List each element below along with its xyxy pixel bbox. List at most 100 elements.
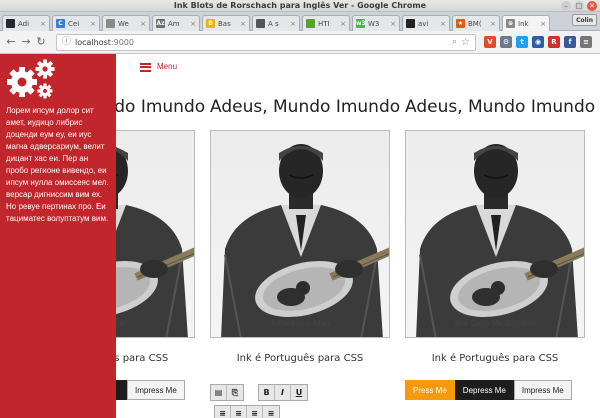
address-bar[interactable]: ⓘ localhost:9000 ⌕ ☆ (56, 34, 476, 51)
depress-me-button[interactable]: Depress Me (454, 380, 514, 400)
impress-button[interactable]: Impress Me (127, 380, 185, 400)
tab-close-icon[interactable]: × (90, 16, 96, 31)
tab-label: Am (168, 19, 180, 28)
menu-toggle[interactable]: Menu (140, 61, 177, 73)
tab-1[interactable]: Adi × (2, 15, 50, 31)
menu-icon[interactable]: ≡ (580, 36, 592, 48)
tab-close-icon[interactable]: × (290, 16, 296, 31)
button-group: Impress Me (111, 380, 185, 400)
tab-label: avi (418, 19, 429, 28)
save-icon[interactable]: ⎘ (227, 385, 243, 400)
tab-close-icon[interactable]: × (440, 16, 446, 31)
tab-label: Bas (218, 19, 231, 28)
tab-favicon-icon (106, 19, 115, 28)
side-drawer: Лорем ипсум долор сит амет, иудицо либри… (0, 54, 116, 418)
tab-favicon-icon (406, 19, 415, 28)
align-right-icon[interactable]: ≡ (247, 406, 263, 418)
tab-close-icon[interactable]: × (40, 16, 46, 31)
tab-label: Ink (518, 19, 529, 28)
tab-favicon-icon (6, 19, 15, 28)
browser-window: Ink Blots de Rorschach para Inglês Ver -… (0, 0, 600, 418)
back-button[interactable]: ← (4, 35, 18, 49)
tab-close-icon[interactable]: × (240, 16, 246, 31)
tab-11[interactable]: ⊕ Ink × (502, 15, 550, 31)
page-info-icon[interactable]: ⓘ (62, 35, 71, 50)
drawer-text: Лорем ипсум долор сит амет, иудицо либри… (6, 106, 109, 223)
press-me-button[interactable]: Press Me (405, 380, 455, 400)
card-subtitle: Ink é Português para CSS (431, 353, 559, 364)
vivaldi-icon[interactable]: V (484, 36, 496, 48)
underline-button[interactable]: U (291, 385, 307, 400)
title-bar: Ink Blots de Rorschach para Inglês Ver -… (0, 0, 600, 12)
tab-10[interactable]: ★ BM( × (452, 15, 500, 31)
reload-button[interactable]: ↻ (34, 35, 48, 49)
tab-label: BM( (468, 19, 482, 28)
button-group: Press Me Depress Me Impress Me (405, 380, 572, 400)
tab-9[interactable]: avi × (402, 15, 450, 31)
card-title: Adeus, Mundo Imundo (405, 97, 596, 117)
user-profile-badge[interactable]: Colin (572, 14, 597, 26)
tab-close-icon[interactable]: × (390, 16, 396, 31)
card-subtitle: Ink é Português para CSS (236, 353, 364, 364)
red-ext-icon[interactable]: R (548, 36, 560, 48)
tab-close-icon[interactable]: × (140, 16, 146, 31)
tab-label: We (118, 19, 129, 28)
gears-icon (7, 59, 55, 99)
card-title: Adeus, Mundo Imundo (210, 97, 401, 117)
align-left-icon[interactable]: ≡ (215, 406, 231, 418)
tab-8[interactable]: w3 W3 × (352, 15, 400, 31)
italic-button[interactable]: I (275, 385, 291, 400)
tab-close-icon[interactable]: × (340, 16, 346, 31)
align-justify-icon[interactable]: ≡ (263, 406, 279, 418)
tab-label: W3 (368, 19, 380, 28)
tab-favicon-icon: w3 (356, 19, 366, 28)
tab-favicon-icon: B (206, 19, 215, 28)
file-button-group: ▤ ⎘ (210, 384, 244, 401)
card-2: Adeus, Mundo Imundo A Backdoor Man Ink é… (210, 94, 401, 418)
tab-strip: Colin Adi × C Cei × We × Az Am × B Bas × A s × HTI × w3 W3… (0, 12, 600, 31)
twitter-icon[interactable]: t (516, 36, 528, 48)
tab-favicon-icon: Az (156, 19, 165, 28)
tab-close-icon[interactable]: × (490, 16, 496, 31)
new-file-icon[interactable]: ▤ (211, 385, 227, 400)
tab-6[interactable]: A s × (252, 15, 300, 31)
align-button-group: ≡ ≡ ≡ ≡ (214, 405, 280, 418)
close-window-button[interactable]: ✕ (587, 1, 597, 11)
align-center-icon[interactable]: ≡ (231, 406, 247, 418)
card-photo: She Gave Me Gasoline (405, 130, 585, 338)
facebook-icon[interactable]: f (564, 36, 576, 48)
tab-7[interactable]: HTI × (302, 15, 350, 31)
minimize-button[interactable]: – (561, 1, 571, 11)
extension-icons: V ⚙ t ◉ Rf ≡ (484, 36, 592, 48)
tab-close-icon[interactable]: × (540, 16, 546, 31)
tab-label: Cei (68, 19, 80, 28)
zoom-icon[interactable]: ⌕ (452, 35, 457, 50)
bold-button[interactable]: B (259, 385, 275, 400)
browser-toolbar: ← → ↻ ⓘ localhost:9000 ⌕ ☆ V ⚙ t ◉ Rf ≡ (0, 31, 600, 54)
gear-ext-icon[interactable]: ⚙ (500, 36, 512, 48)
card-3: Adeus, Mundo Imundo She Gave Me Gasoline… (405, 94, 596, 400)
bluesman-photo (406, 131, 584, 337)
tab-3[interactable]: We × (102, 15, 150, 31)
menu-label: Menu (157, 62, 178, 71)
tab-close-icon[interactable]: × (190, 16, 196, 31)
tab-2[interactable]: C Cei × (52, 15, 100, 31)
tab-favicon-icon: ★ (456, 19, 465, 28)
card-photo: A Backdoor Man (210, 130, 390, 338)
hamburger-icon (140, 62, 151, 72)
maximize-button[interactable]: □ (574, 1, 584, 11)
url-text[interactable]: localhost:9000 (75, 35, 134, 50)
tab-favicon-icon (306, 19, 315, 28)
tab-4[interactable]: Az Am × (152, 15, 200, 31)
window-title: Ink Blots de Rorschach para Inglês Ver -… (173, 1, 427, 10)
blue-ext-icon[interactable]: ◉ (532, 36, 544, 48)
tab-favicon-icon: C (56, 19, 65, 28)
tab-label: HTI (318, 19, 330, 28)
impress-me-button[interactable]: Impress Me (513, 380, 572, 400)
tab-label: Adi (18, 19, 30, 28)
tab-5[interactable]: B Bas × (202, 15, 250, 31)
bookmark-star-icon[interactable]: ☆ (461, 35, 470, 50)
forward-button[interactable]: → (19, 35, 33, 49)
tab-favicon-icon (256, 19, 265, 28)
photo-caption: A Backdoor Man (270, 319, 330, 328)
